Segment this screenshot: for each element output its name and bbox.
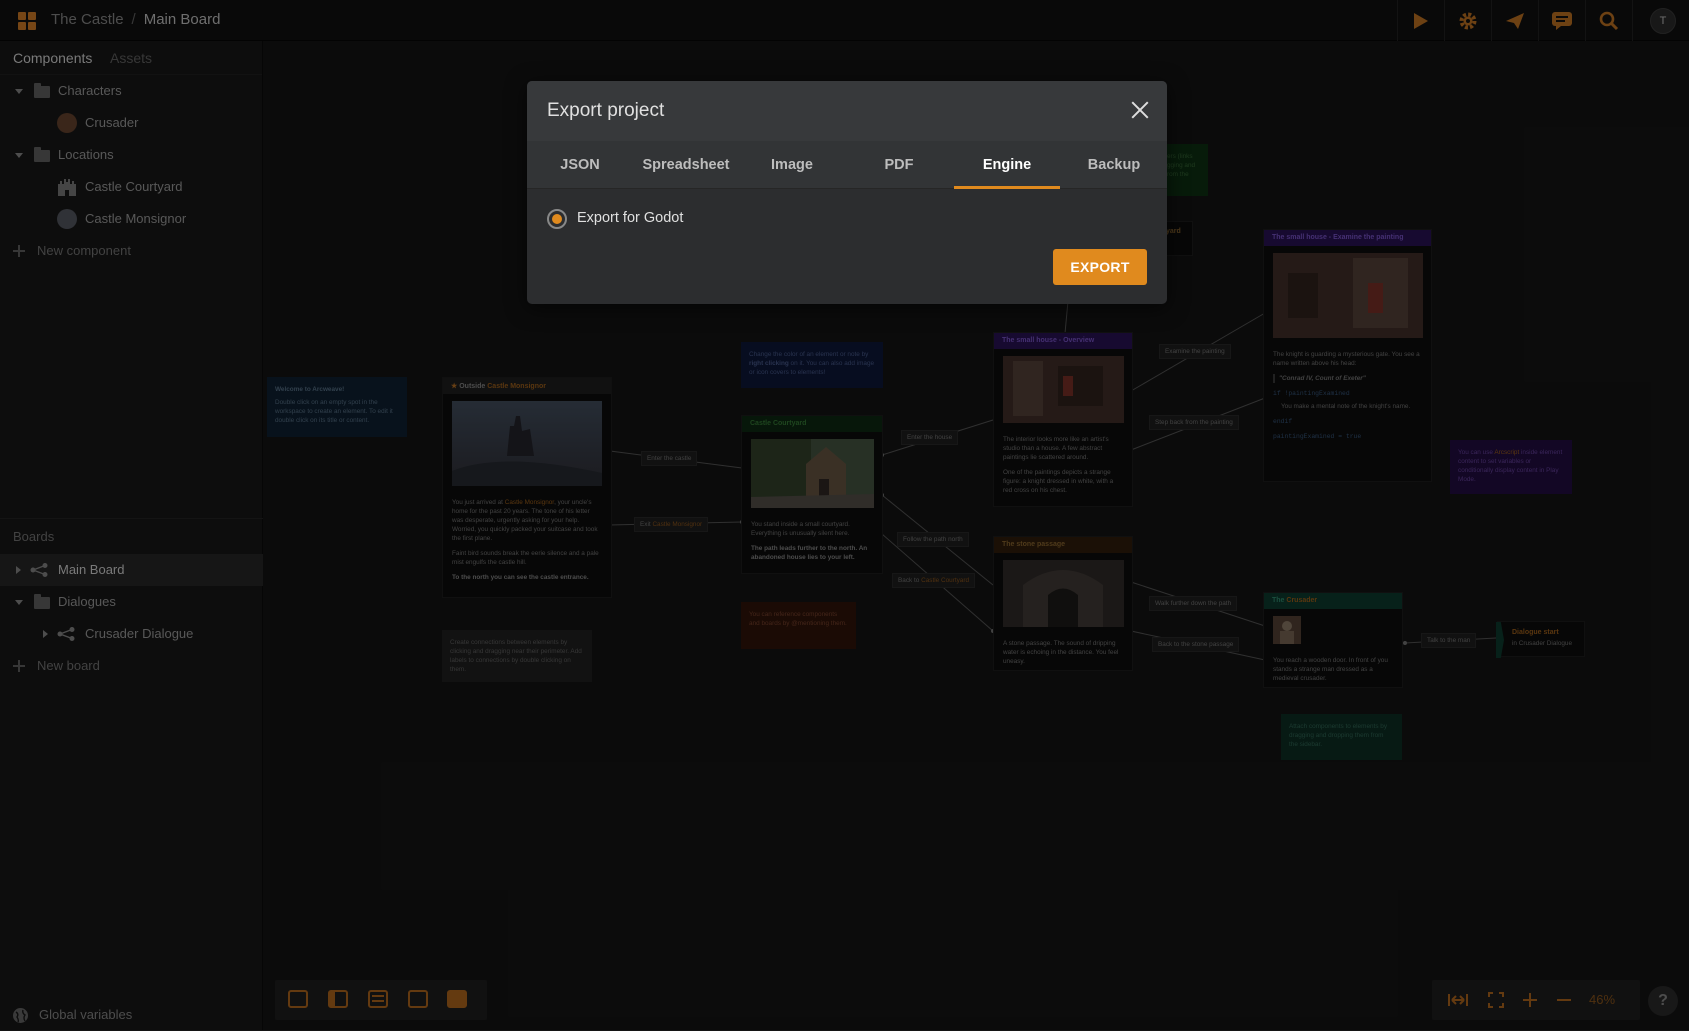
export-button[interactable]: EXPORT [1053, 249, 1147, 285]
tab-json[interactable]: JSON [527, 141, 633, 189]
export-project-modal: Export project JSON Spreadsheet Image PD… [527, 81, 1167, 304]
modal-header: Export project [527, 81, 1167, 141]
export-godot-radio[interactable] [547, 209, 567, 229]
tab-backup[interactable]: Backup [1061, 141, 1167, 189]
tab-image[interactable]: Image [739, 141, 845, 189]
modal-title: Export project [547, 100, 665, 121]
close-icon[interactable] [1131, 101, 1149, 119]
export-godot-label[interactable]: Export for Godot [577, 210, 683, 226]
export-tabs: JSON Spreadsheet Image PDF Engine Backup [527, 141, 1167, 189]
tab-pdf[interactable]: PDF [846, 141, 952, 189]
tab-engine[interactable]: Engine [954, 141, 1060, 189]
tab-spreadsheet[interactable]: Spreadsheet [633, 141, 739, 189]
